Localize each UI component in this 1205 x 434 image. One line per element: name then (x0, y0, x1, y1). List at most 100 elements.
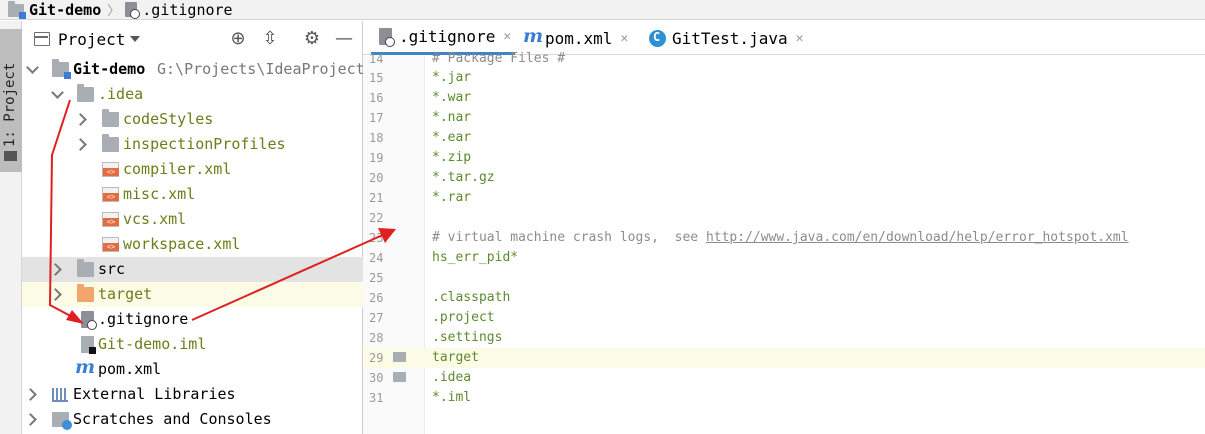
locate-icon[interactable]: ⊕ (228, 29, 248, 49)
chevron-right-icon[interactable] (74, 113, 87, 126)
line-number: 29 (369, 351, 384, 365)
project-tool-tab-label: 1: Project (2, 62, 18, 147)
comment-link[interactable]: http://www.java.com/en/download/help/err… (706, 230, 1129, 245)
breadcrumb-separator-icon: 〉 (107, 4, 121, 19)
tree-item-compiler-xml[interactable]: compiler.xml (22, 157, 363, 182)
tree-item-vcs-xml[interactable]: vcs.xml (22, 207, 363, 232)
code-line: 27 .project (363, 308, 1205, 328)
tree-item-label: pom.xml (98, 360, 162, 378)
line-text: .classpath (432, 290, 511, 305)
line-number: 18 (369, 131, 384, 145)
folder-icon (102, 109, 119, 127)
chevron-right-icon[interactable] (24, 388, 37, 401)
tree-item-label: .gitignore (98, 310, 189, 328)
tree-item-gitignore[interactable]: .gitignore (22, 307, 363, 332)
chevron-right-icon[interactable] (49, 288, 62, 301)
line-number: 19 (369, 151, 384, 165)
tree-item-label: External Libraries (73, 385, 236, 403)
gear-icon[interactable]: ⚙ (302, 29, 322, 49)
collapse-all-icon[interactable]: ⇳ (260, 29, 280, 49)
chevron-down-icon[interactable] (130, 36, 140, 42)
module-folder-icon (8, 1, 26, 19)
code-line: 25 (363, 268, 1205, 288)
line-number: 16 (369, 91, 384, 105)
line-number: 23 (369, 231, 384, 245)
line-number: 27 (369, 311, 384, 325)
code-line: 18 *.ear (363, 128, 1205, 148)
tab-label: .gitignore (399, 27, 496, 46)
folder-icon (393, 352, 406, 362)
tree-item-label: .idea (98, 85, 144, 103)
gitignore-file-icon (377, 27, 395, 47)
line-number: 30 (369, 371, 384, 385)
line-text: *.iml (432, 390, 472, 405)
code-line: 17 *.nar (363, 108, 1205, 128)
tree-item-target[interactable]: target (22, 282, 363, 307)
scratches-icon (52, 412, 72, 430)
code-line: 14 # Package Files # (363, 49, 1205, 69)
folder-icon (77, 259, 94, 277)
tree-item-label: Scratches and Consoles (73, 410, 272, 428)
line-text: *.rar (432, 190, 472, 205)
project-panel-header: Project ⊕ ⇳ ⚙ — (22, 21, 362, 57)
project-tool-tab[interactable]: 1: Project (0, 29, 22, 172)
chevron-right-icon[interactable] (49, 263, 62, 276)
line-number: 31 (369, 391, 384, 405)
line-number: 21 (369, 191, 384, 205)
line-text: # virtual machine crash logs, see http:/… (432, 230, 1129, 245)
line-text: .settings (432, 330, 503, 345)
tree-item-workspace-xml[interactable]: workspace.xml (22, 232, 363, 257)
close-icon[interactable]: ✕ (503, 29, 511, 44)
tree-item-git-demo[interactable]: Git-demo G:\Projects\IdeaProject (22, 57, 365, 82)
tree-item-inspectionprofiles[interactable]: inspectionProfiles (22, 132, 363, 157)
folder-icon (77, 84, 94, 102)
line-text: target (432, 350, 479, 365)
breadcrumb-project[interactable]: Git-demo (29, 1, 101, 19)
tab-label: pom.xml (545, 28, 613, 48)
iml-file-icon (81, 336, 96, 354)
library-icon (52, 388, 68, 402)
folder-icon (393, 372, 406, 382)
tree-item-codestyles[interactable]: codeStyles (22, 107, 363, 132)
comment-text: # virtual machine crash logs, see (432, 230, 706, 245)
project-panel-title[interactable]: Project (58, 30, 125, 49)
chevron-right-icon[interactable] (24, 413, 37, 426)
line-number: 14 (369, 52, 384, 66)
tree-item-label: misc.xml (123, 185, 196, 203)
tree-item-misc-xml[interactable]: misc.xml (22, 182, 363, 207)
close-icon[interactable]: ✕ (796, 31, 804, 46)
xml-file-icon (102, 237, 119, 252)
code-line: 28 .settings (363, 328, 1205, 348)
minimize-icon[interactable]: — (334, 29, 354, 49)
gitignore-file-icon (125, 2, 141, 19)
chevron-right-icon[interactable] (74, 138, 87, 151)
line-number: 22 (369, 211, 384, 225)
project-view-icon (34, 32, 50, 46)
code-line: 20 *.tar.gz (363, 168, 1205, 188)
line-number: 15 (369, 71, 384, 85)
xml-file-icon (102, 212, 119, 227)
tree-item-src[interactable]: src (22, 257, 363, 282)
tree-item-idea[interactable]: .idea (22, 82, 363, 107)
chevron-down-icon[interactable] (51, 86, 64, 99)
close-icon[interactable]: ✕ (620, 31, 628, 46)
line-text: *.tar.gz (432, 170, 495, 185)
code-line: 16 *.war (363, 88, 1205, 108)
tree-item-label: Git-demo.iml (98, 335, 207, 353)
breadcrumb-file[interactable]: .gitignore (142, 1, 232, 19)
line-text: hs_err_pid* (432, 250, 519, 265)
folder-icon (4, 151, 17, 161)
tree-item-pom-xml[interactable]: m pom.xml (22, 356, 363, 382)
code-line: 23 # virtual machine crash logs, see htt… (363, 228, 1205, 248)
tree-item-path: G:\Projects\IdeaProject (157, 60, 365, 78)
code-line: 30 .idea (363, 368, 1205, 388)
tree-item-git-demo-iml[interactable]: Git-demo.iml (22, 332, 363, 357)
tree-item-label: vcs.xml (123, 210, 187, 228)
tree-item-scratches-and-consoles[interactable]: Scratches and Consoles (22, 407, 363, 432)
tree-item-label: Git-demo (73, 60, 146, 78)
module-folder-icon (52, 59, 71, 79)
tree-item-external-libraries[interactable]: External Libraries (22, 382, 363, 407)
line-number: 20 (369, 171, 384, 185)
tree-item-label: inspectionProfiles (123, 135, 286, 153)
chevron-down-icon[interactable] (26, 61, 39, 74)
